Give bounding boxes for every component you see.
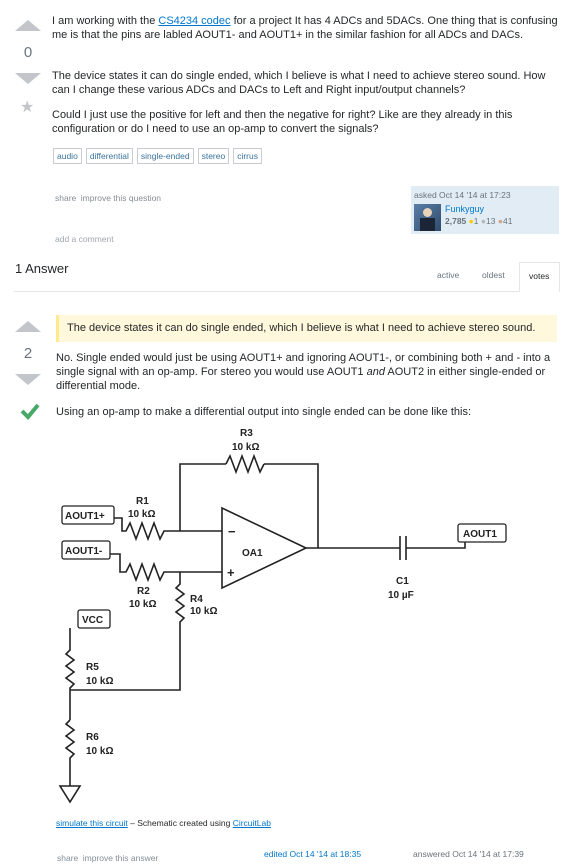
answer-paragraph-1: No. Single ended would just be using AOU… — [56, 351, 559, 393]
accepted-check-icon — [20, 403, 40, 420]
caption-text: – Schematic created using — [127, 818, 233, 828]
tab-active[interactable]: active — [437, 270, 459, 280]
wire — [264, 463, 319, 548]
r2-resistor — [110, 553, 222, 583]
tab-votes[interactable]: votes — [529, 271, 549, 281]
r3-value: 10 kΩ — [232, 442, 259, 453]
silver-badge-count: 13 — [486, 216, 496, 226]
answer-post-menu: share improve this answer — [57, 848, 158, 866]
edited-timestamp[interactable]: edited Oct 14 '14 at 18:35 — [264, 849, 361, 859]
aout1-minus-label: AOUT1- — [65, 546, 102, 557]
improve-question-link[interactable]: improve this question — [81, 193, 161, 203]
answered-timestamp: answered Oct 14 '14 at 17:39 — [413, 849, 524, 859]
tag-single-ended[interactable]: single-ended — [136, 148, 194, 164]
question-upvote-icon[interactable] — [15, 20, 41, 31]
r3-label: R3 — [240, 428, 253, 439]
cs4234-codec-link[interactable]: CS4234 codec — [158, 15, 230, 27]
c1-value: 10 µF — [388, 590, 414, 601]
add-comment-link[interactable]: add a comment — [55, 234, 114, 244]
r6-label: R6 — [86, 732, 99, 743]
r2-label: R2 — [137, 586, 150, 597]
aout1-plus-label: AOUT1+ — [65, 511, 105, 522]
bronze-badge-count: 41 — [503, 216, 513, 226]
question-post-menu: share improve this question — [55, 188, 161, 206]
answer-score: 2 — [23, 345, 33, 362]
answer-upvote-icon[interactable] — [15, 321, 41, 332]
question-text: I am working with the — [52, 15, 159, 27]
circuitlab-link[interactable]: CircuitLab — [233, 818, 271, 828]
question-paragraph-1: I am working with the CS4234 codec for a… — [52, 14, 562, 42]
r6-resistor — [64, 719, 76, 786]
schematic-caption: simulate this circuit – Schematic create… — [56, 818, 271, 828]
r2-value: 10 kΩ — [129, 599, 156, 610]
vcc-label: VCC — [82, 615, 103, 626]
favorite-star-icon[interactable]: ★ — [20, 97, 34, 117]
tag-audio[interactable]: audio — [53, 148, 82, 164]
op-amp-minus: − — [228, 524, 236, 539]
r3-resistor — [225, 453, 265, 475]
answer-paragraph-2: Using an op-amp to make a differential o… — [56, 406, 472, 418]
answer-downvote-icon[interactable] — [15, 374, 41, 385]
op-amp-symbol — [221, 506, 308, 590]
r1-label: R1 — [136, 496, 149, 507]
r5-label: R5 — [86, 662, 99, 673]
r5-resistor — [64, 628, 76, 720]
reputation-score: 2,785 — [445, 216, 467, 226]
answer-count: 1 Answer — [15, 261, 69, 276]
aout1-label: AOUT1 — [463, 529, 497, 540]
tab-oldest[interactable]: oldest — [482, 270, 505, 280]
c1-label: C1 — [396, 576, 409, 587]
r4-label: R4 — [190, 594, 203, 605]
question-score: 0 — [23, 44, 33, 61]
avatar[interactable] — [414, 204, 441, 231]
gold-badge-count: 1 — [473, 216, 479, 226]
op-amp-label: OA1 — [242, 548, 263, 559]
question-downvote-icon[interactable] — [15, 73, 41, 84]
share-question-link[interactable]: share — [55, 193, 76, 203]
improve-answer-link[interactable]: improve this answer — [83, 853, 159, 863]
asked-timestamp: asked Oct 14 '14 at 17:23 — [414, 190, 511, 200]
r4-value: 10 kΩ — [190, 606, 217, 617]
wire — [179, 463, 226, 518]
question-paragraph-3: Could I just use the positive for left a… — [52, 109, 513, 135]
asker-username[interactable]: Funkyguy — [445, 204, 484, 214]
tag-cirrus[interactable]: cirrus — [233, 148, 262, 164]
answer-blockquote: The device states it can do single ended… — [56, 315, 557, 342]
asker-reputation: 2,785 ●1 ●13 ●41 — [445, 216, 513, 226]
tag-stereo[interactable]: stereo — [197, 148, 230, 164]
r1-value: 10 kΩ — [128, 509, 155, 520]
question-tags: audio differential single-ended stereo c… — [53, 148, 262, 164]
answers-divider — [14, 291, 519, 292]
answer-emphasis: and — [366, 366, 385, 378]
question-paragraph-2: The device states it can do single ended… — [52, 70, 546, 96]
asker-card: asked Oct 14 '14 at 17:23 Funkyguy 2,785… — [411, 186, 559, 234]
tab-votes-box[interactable]: votes — [519, 262, 560, 292]
r5-value: 10 kΩ — [86, 676, 113, 687]
ground-icon — [58, 785, 82, 804]
r1-resistor — [114, 517, 222, 542]
circuit-schematic: R3 10 kΩ AOUT1+ R1 10 kΩ AOUT1- R2 10 kΩ… — [58, 428, 507, 804]
tag-differential[interactable]: differential — [85, 148, 133, 164]
share-answer-link[interactable]: share — [57, 853, 78, 863]
op-amp-plus: + — [227, 565, 235, 580]
simulate-circuit-link[interactable]: simulate this circuit — [56, 818, 128, 828]
r6-value: 10 kΩ — [86, 746, 113, 757]
wire — [406, 542, 466, 549]
